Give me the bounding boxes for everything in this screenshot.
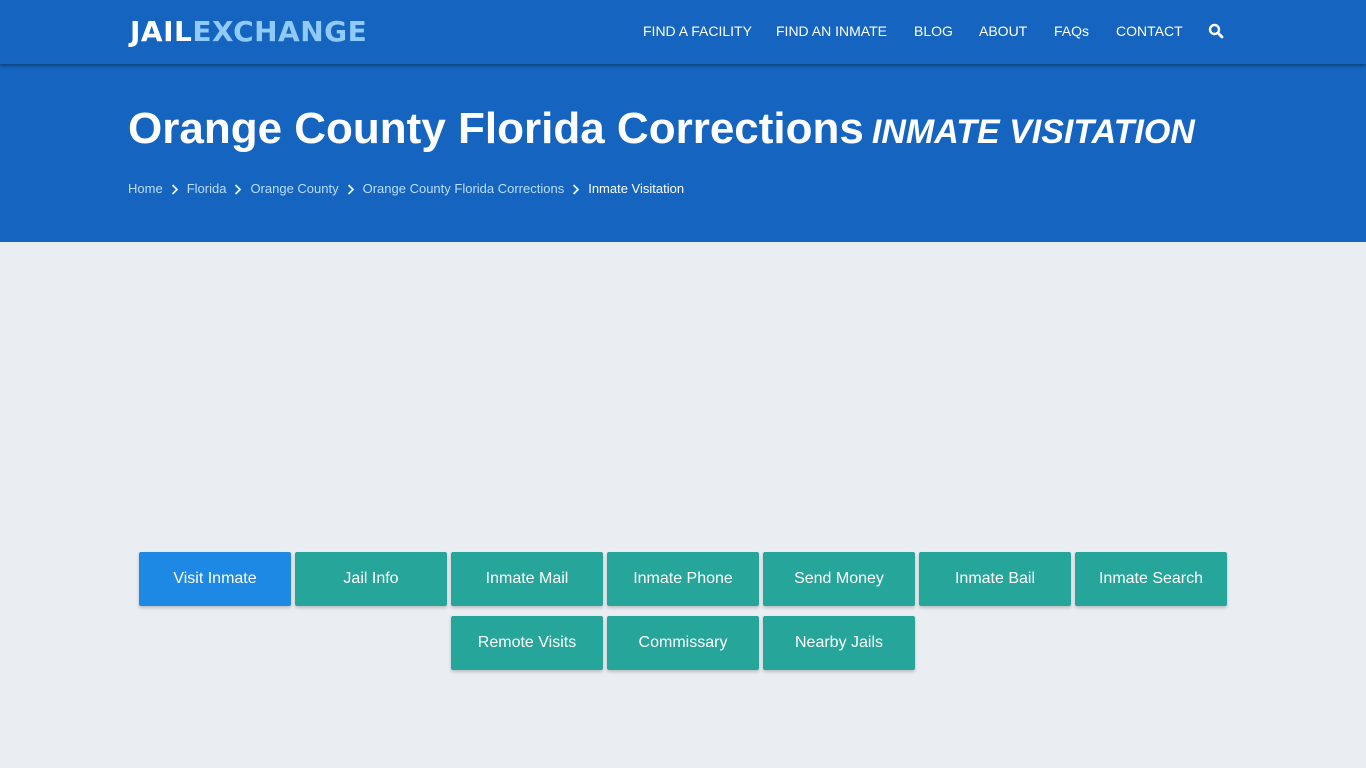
nav-blog[interactable]: BLOG [914,22,953,40]
page-title: Orange County Florida Corrections INMATE … [128,102,1195,159]
chevron-right-icon [564,182,588,196]
inmate-bail-button[interactable]: Inmate Bail [919,552,1071,606]
inmate-mail-button[interactable]: Inmate Mail [451,552,603,606]
send-money-button[interactable]: Send Money [763,552,915,606]
inmate-phone-button[interactable]: Inmate Phone [607,552,759,606]
breadcrumb-florida[interactable]: Florida [187,181,227,196]
nav-about[interactable]: ABOUT [979,22,1027,40]
chevron-right-icon [226,182,250,196]
visit-inmate-button[interactable]: Visit Inmate [139,552,291,606]
breadcrumb-orange-county[interactable]: Orange County [250,181,338,196]
navbar: JAILEXCHANGE FIND A FACILITY FIND AN INM… [0,0,1366,64]
logo-exchange-text: EXCHANGE [192,15,368,48]
page-title-main: Orange County Florida Corrections [128,104,864,153]
nav-find-a-facility[interactable]: FIND A FACILITY [643,22,752,40]
remote-visits-button[interactable]: Remote Visits [451,616,603,670]
nav-find-an-inmate[interactable]: FIND AN INMATE [776,22,887,40]
nav-contact[interactable]: CONTACT [1116,22,1183,40]
breadcrumb-facility[interactable]: Orange County Florida Corrections [363,181,565,196]
logo-jail-text: JAIL [130,15,193,48]
page-title-subtitle: INMATE VISITATION [871,113,1195,151]
breadcrumb-current: Inmate Visitation [588,181,685,196]
breadcrumb: Home Florida Orange County Orange County… [128,181,684,196]
nearby-jails-button[interactable]: Nearby Jails [763,616,915,670]
breadcrumb-home[interactable]: Home [128,181,163,196]
hero-banner: Orange County Florida Corrections INMATE … [0,64,1366,242]
search-icon[interactable] [1208,23,1224,39]
chevron-right-icon [339,182,363,196]
chevron-right-icon [163,182,187,196]
inmate-search-button[interactable]: Inmate Search [1075,552,1227,606]
nav-faqs[interactable]: FAQs [1054,22,1089,40]
jail-info-button[interactable]: Jail Info [295,552,447,606]
site-logo[interactable]: JAILEXCHANGE [130,15,367,49]
service-buttons: Visit Inmate Jail Info Inmate Mail Inmat… [0,552,1366,670]
commissary-button[interactable]: Commissary [607,616,759,670]
